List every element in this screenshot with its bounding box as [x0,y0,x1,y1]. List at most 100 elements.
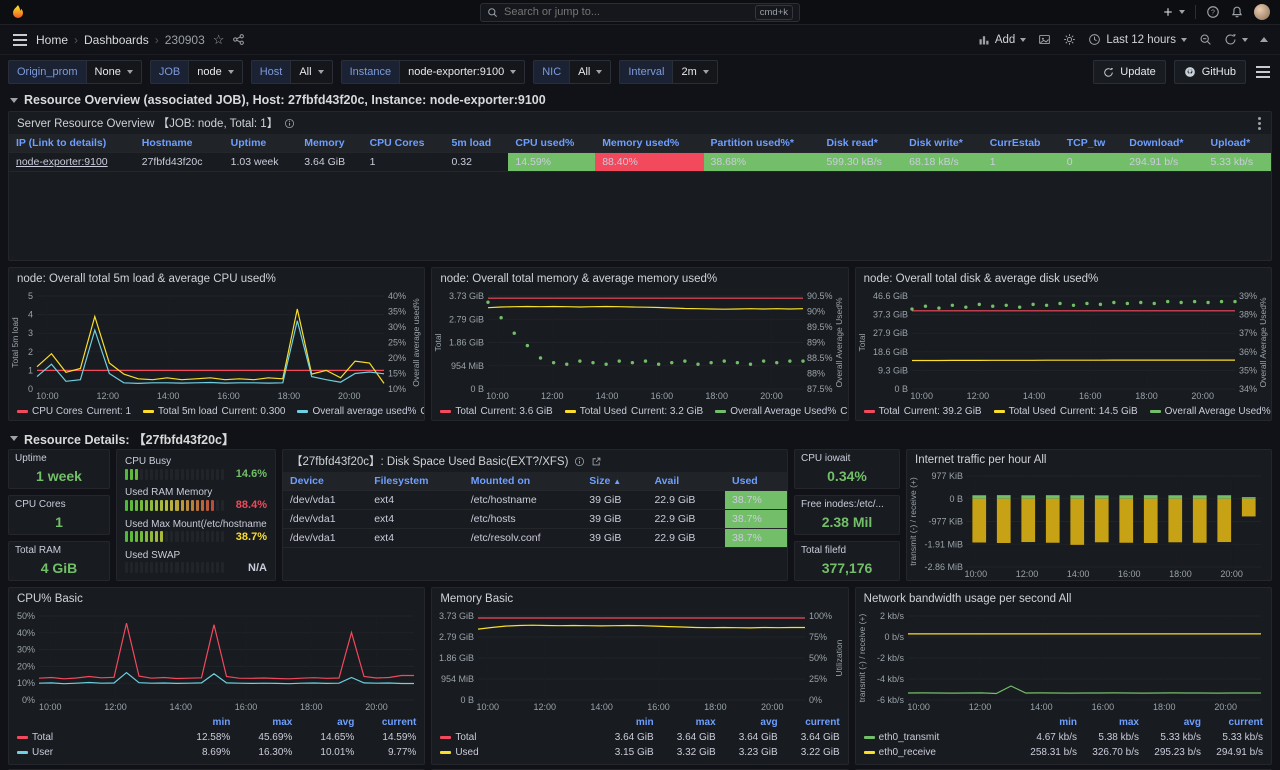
filter-host[interactable]: Host All [250,60,333,84]
svg-text:3: 3 [28,328,33,338]
share-icon[interactable] [232,33,245,46]
svg-text:37%: 37% [1239,328,1257,338]
external-link-icon[interactable] [591,456,602,467]
filter-value-dropdown[interactable]: 2m [672,60,718,84]
svg-text:12:00: 12:00 [534,702,557,712]
info-icon[interactable] [284,118,295,129]
breadcrumb-home[interactable]: Home [36,33,68,47]
add-panel-button[interactable]: Add [978,34,1027,46]
svg-text:14:00: 14:00 [1030,702,1053,712]
server-table[interactable]: IP (Link to details) Hostname Uptime Memory… [9,134,1271,172]
breadcrumb-separator: › [74,32,79,47]
filter-instance[interactable]: Instance node-exporter:9100 [340,60,526,84]
panel-list-icon[interactable] [1254,64,1272,80]
chart-legend[interactable]: Total Current: 3.6 GiB Total Used Current: … [432,402,848,420]
search-icon [487,7,498,18]
section-resource-details[interactable]: Resource Details: 【27fbfd43f20c】 [8,427,1272,449]
chart-legend[interactable]: Total Current: 39.2 GiB Total Used Current:… [856,402,1271,420]
chart-legend-table[interactable]: min max avg current eth0_transmit 4.67 kb/s 5.… [856,713,1271,764]
filter-value-dropdown[interactable]: All [290,60,333,84]
menu-hamburger-icon[interactable] [12,32,28,48]
svg-text:30%: 30% [388,322,406,332]
time-range-picker[interactable]: Last 12 hours [1088,33,1187,46]
svg-text:75%: 75% [809,632,827,642]
add-menu-button[interactable] [1162,6,1185,18]
filter-origin-prom[interactable]: Origin_prom None [8,60,142,84]
section-title: Resource Overview (associated JOB), Host… [24,93,546,107]
notifications-bell-icon[interactable] [1230,5,1244,19]
server-overview-panel: Server Resource Overview 【JOB: node, Tot… [8,111,1272,261]
svg-text:2 kb/s: 2 kb/s [880,611,905,621]
svg-text:0: 0 [28,384,33,394]
svg-text:-4 kb/s: -4 kb/s [877,674,905,684]
zoom-out-icon[interactable] [1199,33,1212,46]
filter-value-dropdown[interactable]: node [188,60,243,84]
stat-title: CPU iowait [801,453,851,464]
info-icon[interactable] [574,456,585,467]
svg-text:Overall Average Used%: Overall Average Used% [834,297,844,388]
search-input[interactable] [504,6,749,18]
chart-legend[interactable]: CPU Cores Current: 1 Total 5m load Current:… [9,402,424,420]
snapshot-icon[interactable] [1038,33,1051,46]
breadcrumb-dashboards[interactable]: Dashboards [84,33,149,47]
filter-value-dropdown[interactable]: All [569,60,612,84]
filter-label: NIC [533,60,570,84]
svg-text:2.79 GiB: 2.79 GiB [449,314,484,324]
cpu-basic-chart[interactable]: 50% 40% 30% 20% 10% 0% 10:00 12:00 14:00 16:00 18:… [9,610,424,713]
svg-text:89.5%: 89.5% [807,322,833,332]
help-icon[interactable]: ? [1206,5,1220,19]
update-button[interactable]: Update [1093,60,1166,84]
svg-text:-977 KiB: -977 KiB [928,517,963,527]
svg-text:12:00: 12:00 [968,702,991,712]
grafana-logo[interactable] [10,4,26,20]
svg-text:20:00: 20:00 [1191,391,1214,401]
svg-text:12:00: 12:00 [966,391,989,401]
svg-text:14:00: 14:00 [1067,569,1090,579]
network-bandwidth-chart[interactable]: 2 kb/s 0 b/s -2 kb/s -4 kb/s -6 kb/s 10:00 12:… [856,610,1271,713]
svg-text:36%: 36% [1239,347,1257,357]
svg-text:37.3 GiB: 37.3 GiB [873,310,908,320]
svg-text:20:00: 20:00 [1220,569,1243,579]
filter-value-dropdown[interactable]: None [85,60,142,84]
filter-label: Host [250,60,291,84]
section-title: Resource Details: 【27fbfd43f20c】 [24,432,235,447]
filter-nic[interactable]: NIC All [533,60,612,84]
filter-job[interactable]: JOB node [149,60,243,84]
svg-text:50%: 50% [17,611,35,621]
chart-legend-table[interactable]: min max avg current Total 3.64 GiB 3.64 GiB 3.6… [432,713,847,764]
chart-legend-table[interactable]: min max avg current Total 12.58% 45.69% 14.65% 1… [9,713,424,764]
svg-text:-2 kb/s: -2 kb/s [877,653,905,663]
filter-label: Origin_prom [8,60,86,84]
panel-menu-icon[interactable] [1258,121,1263,125]
settings-gear-icon[interactable] [1063,33,1076,46]
favorite-star-icon[interactable]: ☆ [213,32,225,48]
svg-text:18:00: 18:00 [706,391,729,401]
section-resource-overview[interactable]: Resource Overview (associated JOB), Host… [8,89,1272,111]
svg-text:90.5%: 90.5% [807,291,833,301]
disk-chart[interactable]: 46.6 GiB 37.3 GiB 27.9 GiB 18.6 GiB 9.3 GiB 0… [856,290,1271,402]
disk-table[interactable]: Device Filesystem Mounted on Size ▲ Avail Used… [283,472,787,548]
user-avatar[interactable] [1254,4,1270,20]
svg-text:20:00: 20:00 [761,702,784,712]
refresh-button[interactable] [1224,33,1248,46]
stat-total-ram: Total RAM 4 GiB [8,541,110,581]
stat-title: Total RAM [15,545,62,556]
svg-text:30%: 30% [17,645,35,655]
filter-value-dropdown[interactable]: node-exporter:9100 [399,60,526,84]
load-chart[interactable]: 5 4 3 2 1 0 40% 35% 30% 25% 20% 15% 10% 10:00 12:00 14:… [9,290,424,402]
svg-text:18:00: 18:00 [300,702,323,712]
memory-chart[interactable]: 3.73 GiB 2.79 GiB 1.86 GiB 954 MiB 0 B 90.5% 9… [432,290,847,402]
chevron-down-icon [1179,10,1185,14]
memory-basic-chart[interactable]: 3.73 GiB 2.79 GiB 1.86 GiB 954 MiB 0 B 100% 75… [432,610,847,713]
svg-text:27.9 GiB: 27.9 GiB [873,328,908,338]
internet-traffic-chart[interactable]: 977 KiB 0 B -977 KiB -1.91 MiB -2.86 MiB 10:0… [907,470,1271,580]
github-button[interactable]: GitHub [1173,60,1246,84]
search-bar[interactable]: cmd+k [480,2,800,22]
svg-text:Utilization: Utilization [834,639,844,676]
svg-text:35%: 35% [388,307,406,317]
svg-text:1.86 GiB: 1.86 GiB [439,653,474,663]
filter-interval[interactable]: Interval 2m [619,60,718,84]
chevron-down-icon [126,70,133,74]
svg-text:Total: Total [433,333,443,351]
kiosk-chevron-up-icon[interactable] [1260,37,1268,42]
